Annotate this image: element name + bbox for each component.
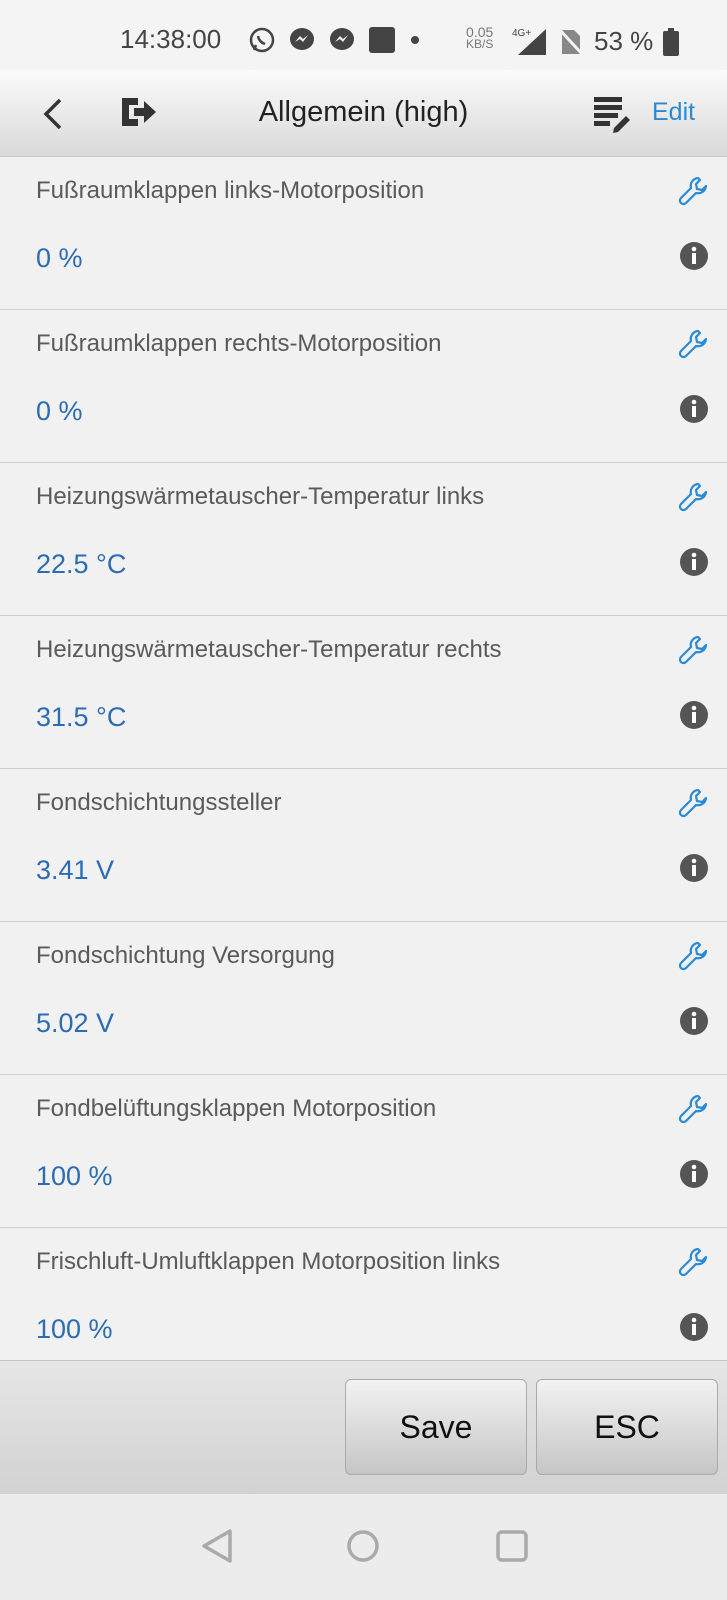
battery-percent: 53 % [594,26,654,56]
wrench-icon[interactable] [678,634,710,666]
battery-icon [663,27,680,56]
signal-icon: 4G+ [512,28,546,55]
info-icon[interactable] [679,1006,709,1036]
status-bar: 14:38:00 0.05 KB/S 4G+ 53 % [0,0,727,70]
system-nav-bar [0,1494,727,1600]
network-type: 4G+ [512,28,531,39]
nav-back-icon[interactable] [200,1528,234,1564]
item-label: Fondbelüftungsklappen Motorposition [36,1095,437,1122]
info-icon[interactable] [679,547,709,577]
item-value: 5.02 V [36,1008,115,1038]
list-item[interactable]: Fondschichtung Versorgung 5.02 V [0,922,727,1075]
wrench-icon[interactable] [678,175,710,207]
item-value: 31.5 °C [36,702,127,732]
item-value: 22.5 °C [36,549,127,579]
nav-recents-icon[interactable] [494,1528,530,1564]
app-square-icon [369,27,395,53]
wrench-icon[interactable] [678,1093,710,1125]
item-value: 0 % [36,243,83,273]
list-edit-icon[interactable] [592,94,632,134]
item-value: 0 % [36,396,83,426]
item-label: Fondschichtung Versorgung [36,942,335,969]
messenger-icon-2 [330,28,354,50]
wrench-icon[interactable] [678,1246,710,1278]
item-label: Fußraumklappen rechts-Motorposition [36,330,442,357]
item-value: 3.41 V [36,855,115,885]
list-item[interactable]: Heizungswärmetauscher-Temperatur links 2… [0,463,727,616]
nav-home-icon[interactable] [345,1528,381,1564]
wrench-icon[interactable] [678,940,710,972]
edit-button[interactable]: Edit [652,98,695,127]
list-item[interactable]: Heizungswärmetauscher-Temperatur rechts … [0,616,727,769]
save-button[interactable]: Save [345,1379,527,1475]
list-item[interactable]: Frischluft-Umluftklappen Motorposition l… [0,1228,727,1359]
list-item[interactable]: Fondschichtungssteller 3.41 V [0,769,727,922]
more-dot-icon [411,36,419,44]
status-right: 4G+ 53 % [512,26,680,57]
item-label: Frischluft-Umluftklappen Motorposition l… [36,1248,501,1275]
network-speed: 0.05 KB/S [466,25,494,51]
item-label: Heizungswärmetauscher-Temperatur rechts [36,636,502,663]
list-item[interactable]: Fondbelüftungsklappen Motorposition 100 … [0,1075,727,1228]
info-icon[interactable] [679,1312,709,1342]
info-icon[interactable] [679,853,709,883]
item-label: Fußraumklappen links-Motorposition [36,177,425,204]
network-speed-unit: KB/S [466,37,494,51]
no-sim-icon [558,27,584,56]
item-label: Fondschichtungssteller [36,789,282,816]
item-label: Heizungswärmetauscher-Temperatur links [36,483,485,510]
list-item[interactable]: Fußraumklappen links-Motorposition 0 % [0,157,727,310]
item-value: 100 % [36,1161,113,1191]
list-item[interactable]: Fußraumklappen rechts-Motorposition 0 % [0,310,727,463]
wrench-icon[interactable] [678,787,710,819]
info-icon[interactable] [679,241,709,271]
messenger-icon [290,28,314,50]
info-icon[interactable] [679,1159,709,1189]
app-bar: Allgemein (high) Edit [0,70,727,157]
parameter-list: Fußraumklappen links-Motorposition 0 % F… [0,157,727,1359]
bottom-toolbar: Save ESC [0,1360,727,1495]
wrench-icon[interactable] [678,328,710,360]
wrench-icon[interactable] [678,481,710,513]
notification-icons [248,26,422,54]
item-value: 100 % [36,1314,113,1344]
info-icon[interactable] [679,700,709,730]
status-time: 14:38:00 [120,24,222,54]
whatsapp-icon [249,27,275,53]
esc-button[interactable]: ESC [536,1379,718,1475]
info-icon[interactable] [679,394,709,424]
